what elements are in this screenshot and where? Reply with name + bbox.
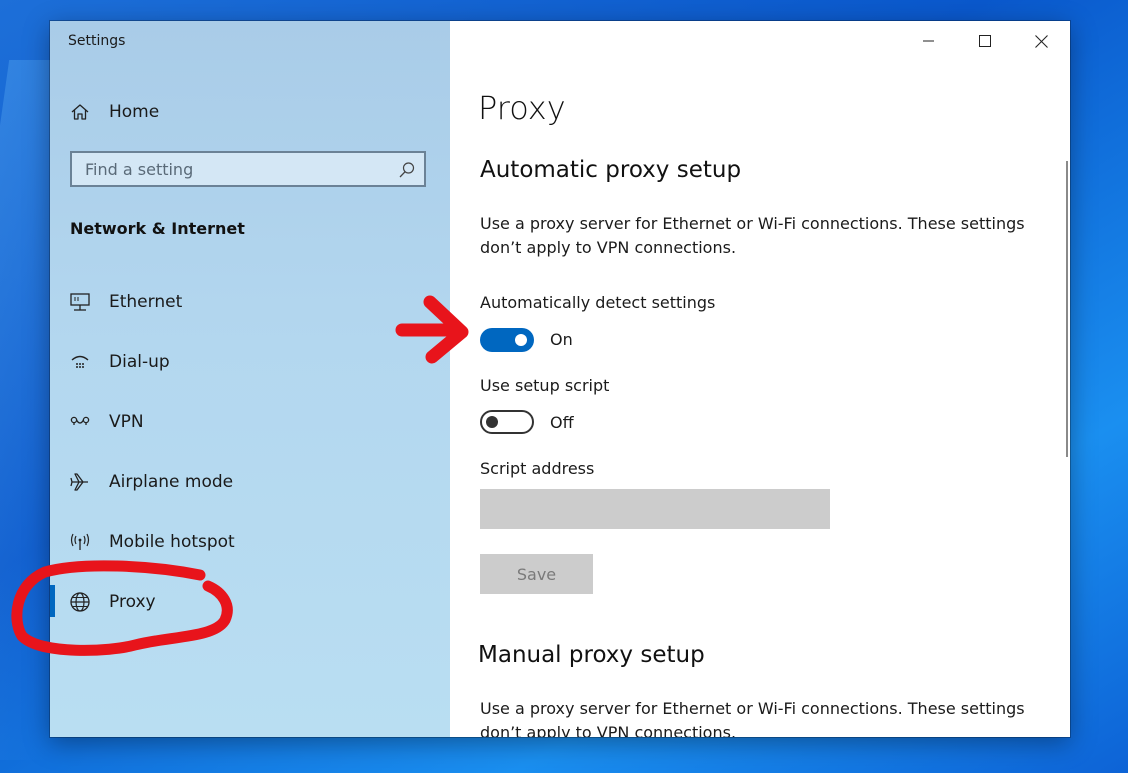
- globe-icon: [68, 590, 92, 614]
- page-title: Proxy: [478, 89, 566, 127]
- setup-script-toggle[interactable]: [480, 410, 534, 434]
- close-button[interactable]: [1013, 21, 1069, 61]
- setup-script-state: Off: [550, 413, 574, 432]
- maximize-icon: [979, 35, 991, 47]
- manual-proxy-heading: Manual proxy setup: [478, 642, 705, 668]
- search-icon[interactable]: [398, 161, 416, 179]
- toggle-knob: [515, 334, 527, 346]
- script-address-input[interactable]: [480, 489, 830, 529]
- scrollbar[interactable]: [1066, 161, 1068, 457]
- maximize-button[interactable]: [957, 21, 1013, 61]
- airplane-icon: [68, 470, 92, 494]
- home-nav[interactable]: Home: [50, 92, 450, 132]
- home-icon: [68, 100, 92, 124]
- minimize-icon: [923, 40, 934, 42]
- auto-detect-label: Automatically detect settings: [480, 293, 716, 312]
- settings-window: Settings Home Network & Internet Etherne…: [50, 21, 1070, 737]
- manual-proxy-description: Use a proxy server for Ethernet or Wi-Fi…: [480, 699, 1025, 737]
- ethernet-icon: [68, 290, 92, 314]
- search-box[interactable]: [70, 151, 426, 187]
- script-address-label: Script address: [480, 459, 595, 478]
- sidebar-item-ethernet[interactable]: Ethernet: [50, 282, 450, 322]
- sidebar-item-label: Ethernet: [109, 292, 183, 312]
- vpn-icon: [68, 410, 92, 434]
- sidebar-item-label: Dial-up: [109, 352, 170, 372]
- sidebar-item-airplane-mode[interactable]: Airplane mode: [50, 462, 450, 502]
- search-input[interactable]: [72, 153, 382, 185]
- dialup-icon: [68, 350, 92, 374]
- home-label: Home: [109, 102, 160, 122]
- auto-detect-state: On: [550, 330, 573, 349]
- sidebar-item-mobile-hotspot[interactable]: Mobile hotspot: [50, 522, 450, 562]
- automatic-proxy-description: Use a proxy server for Ethernet or Wi-Fi…: [480, 214, 1025, 257]
- minimize-button[interactable]: [901, 21, 957, 61]
- setup-script-label: Use setup script: [480, 376, 610, 395]
- sidebar-item-label: Mobile hotspot: [109, 532, 235, 552]
- auto-detect-toggle[interactable]: [480, 328, 534, 352]
- content-pane: Proxy Automatic proxy setup Use a proxy …: [450, 21, 1070, 737]
- sidebar-item-label: VPN: [109, 412, 144, 432]
- toggle-knob: [486, 416, 498, 428]
- sidebar-item-proxy[interactable]: Proxy: [50, 582, 450, 622]
- automatic-proxy-heading: Automatic proxy setup: [480, 157, 742, 183]
- hotspot-icon: [68, 530, 92, 554]
- sidebar-item-label: Airplane mode: [109, 472, 234, 492]
- sidebar-item-vpn[interactable]: VPN: [50, 402, 450, 442]
- window-title: Settings: [68, 33, 126, 49]
- sidebar-item-dialup[interactable]: Dial-up: [50, 342, 450, 382]
- section-title: Network & Internet: [70, 219, 245, 238]
- save-button[interactable]: Save: [480, 554, 593, 594]
- sidebar: Settings Home Network & Internet Etherne…: [50, 21, 450, 737]
- close-icon: [1034, 34, 1048, 48]
- sidebar-item-label: Proxy: [109, 592, 156, 612]
